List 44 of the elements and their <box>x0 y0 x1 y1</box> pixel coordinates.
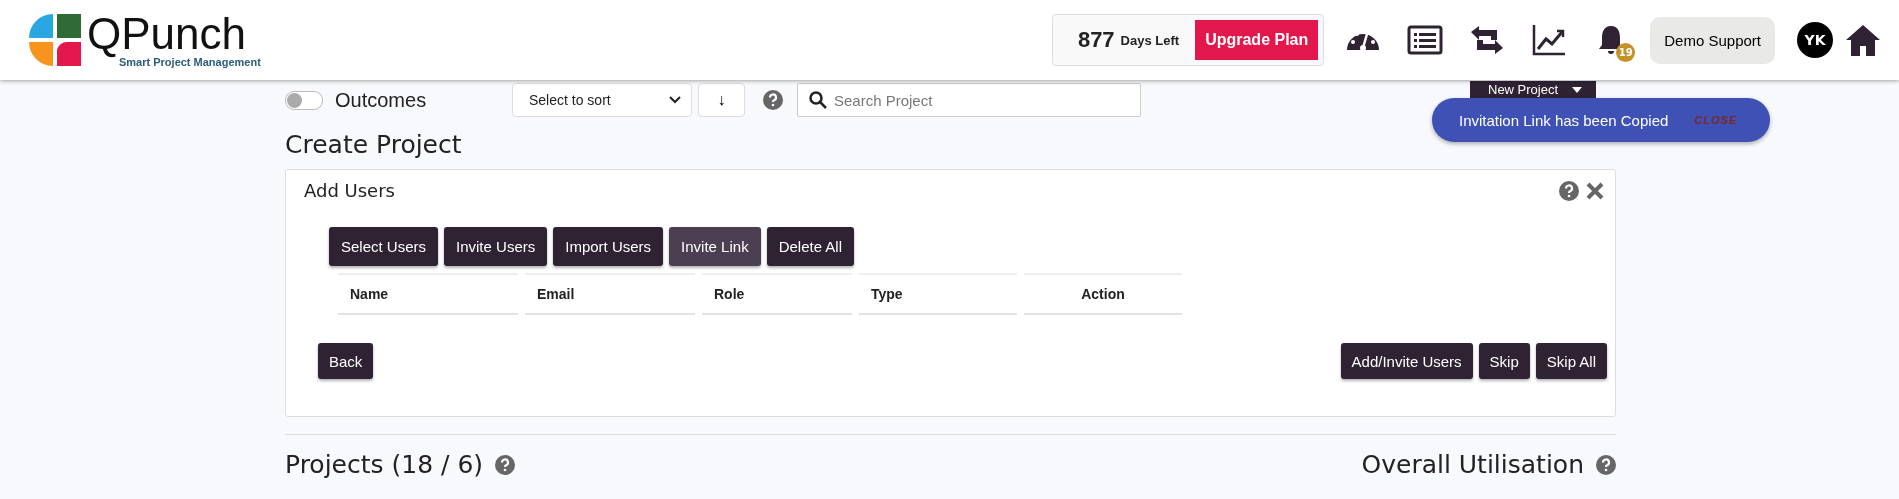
toggle-switch[interactable] <box>285 90 323 110</box>
sort-select[interactable]: Select to sort <box>512 83 692 117</box>
column-header: Name <box>338 273 518 315</box>
help-icon[interactable] <box>1559 180 1579 201</box>
new-project-button[interactable]: New Project <box>1470 81 1597 98</box>
tab-button[interactable]: Invite Link <box>669 227 761 266</box>
tab-button[interactable]: Invite Users <box>444 227 548 266</box>
panel-title: Add Users <box>304 180 395 201</box>
column-header: Action <box>1024 273 1182 315</box>
chart-icon[interactable] <box>1531 22 1568 58</box>
help-icon[interactable] <box>763 90 783 110</box>
action-button[interactable]: Add/Invite Users <box>1340 343 1473 379</box>
days-label: Days Left <box>1120 32 1180 48</box>
logo-name: QPunch <box>87 12 247 56</box>
logo-icon <box>27 12 83 68</box>
upgrade-button[interactable]: Upgrade Plan <box>1195 20 1319 60</box>
avatar[interactable]: YK <box>1797 22 1833 58</box>
caret-icon <box>1572 86 1583 93</box>
back-button[interactable]: Back <box>318 343 374 379</box>
tab-button[interactable]: Select Users <box>329 227 439 266</box>
toggle-label: Outcomes <box>335 88 427 112</box>
help-icon[interactable] <box>495 454 516 475</box>
action-button[interactable]: Skip <box>1478 343 1530 379</box>
column-header: Role <box>702 273 852 315</box>
tab-button[interactable]: Delete All <box>766 227 854 266</box>
section-title: Create Project <box>285 130 463 159</box>
days-count: 877 <box>1077 27 1115 53</box>
utilisation-title: Overall Utilisation <box>1361 450 1584 479</box>
column-header: Type <box>859 273 1017 315</box>
logo-tagline: Smart Project Management <box>119 56 261 68</box>
chevron-icon <box>669 96 681 104</box>
home-icon[interactable] <box>1845 22 1881 58</box>
notification-badge: 19 <box>1616 43 1636 62</box>
help-icon[interactable] <box>1596 454 1616 475</box>
sort-direction-button[interactable]: ↓ <box>698 83 745 117</box>
user-button[interactable]: Demo Support <box>1650 16 1775 64</box>
tab-button[interactable]: Import Users <box>553 227 664 266</box>
column-header: Email <box>525 273 695 315</box>
action-button[interactable]: Skip All <box>1535 343 1607 379</box>
search-field[interactable]: Search Project <box>797 83 1141 117</box>
toast-message: Invitation Link has been Copied <box>1459 111 1669 129</box>
projects-title: Projects (18 / 6) <box>285 450 484 479</box>
search-icon <box>809 91 827 109</box>
close-icon[interactable] <box>1585 180 1605 201</box>
